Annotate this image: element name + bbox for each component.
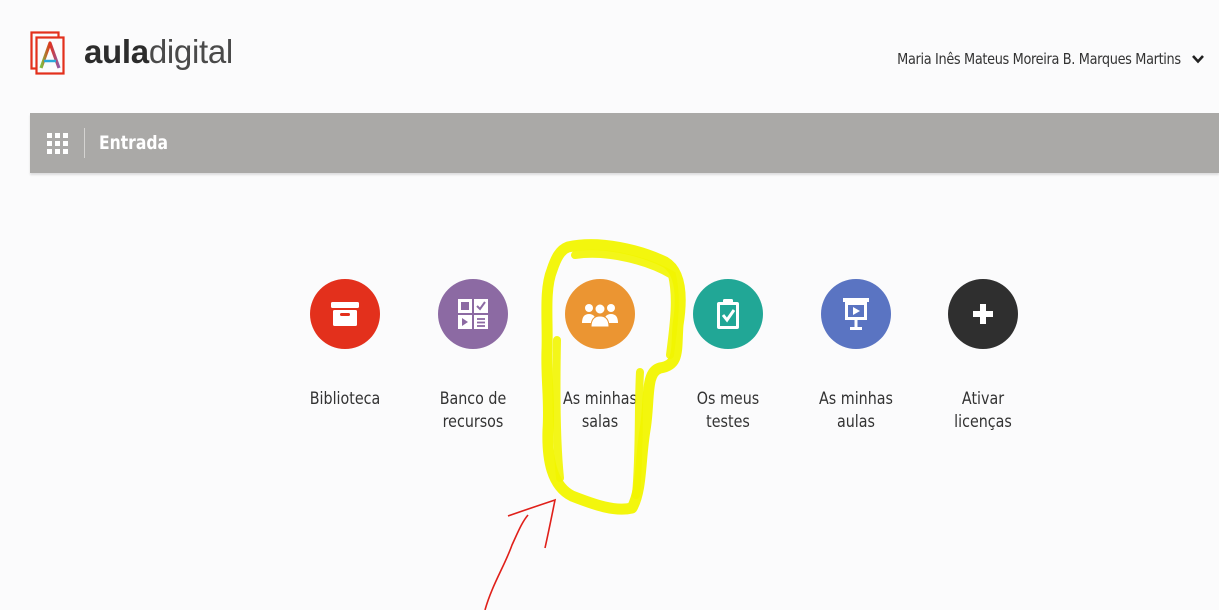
logo-wordmark-light: digital — [148, 33, 233, 70]
logo-wordmark-bold: aula — [84, 33, 149, 70]
page: auladigital Maria Inês Mateus Moreira B.… — [0, 0, 1219, 610]
presentation-board-icon — [821, 279, 891, 349]
tile-label: Biblioteca — [309, 389, 381, 409]
apps-grid-icon — [46, 132, 68, 154]
tile-ativar-licencas[interactable]: Ativar licenças — [918, 279, 1048, 434]
user-name: Maria Inês Mateus Moreira B. Marques Mar… — [897, 50, 1181, 68]
archive-box-icon — [310, 279, 380, 349]
tile-as-minhas-aulas[interactable]: As minhas aulas — [791, 279, 921, 434]
tile-as-minhas-salas[interactable]: As minhas salas — [535, 279, 665, 434]
plus-icon — [948, 279, 1018, 349]
clipboard-check-icon — [693, 279, 763, 349]
tile-label: Ativar licenças — [954, 389, 1012, 432]
user-menu[interactable]: Maria Inês Mateus Moreira B. Marques Mar… — [851, 50, 1205, 68]
apps-menu-button[interactable] — [30, 113, 84, 173]
logo-mark-icon — [30, 28, 70, 76]
tile-label: As minhas aulas — [819, 389, 893, 432]
tile-biblioteca[interactable]: Biblioteca — [280, 279, 410, 411]
resource-grid-icon — [438, 279, 508, 349]
topbar-divider — [84, 128, 85, 158]
chevron-down-icon — [1192, 55, 1204, 64]
navigation-bar: Entrada — [30, 113, 1219, 173]
page-title: Entrada — [99, 132, 169, 154]
header: auladigital Maria Inês Mateus Moreira B.… — [0, 0, 1219, 112]
tile-label: As minhas salas — [563, 389, 637, 432]
tile-os-meus-testes[interactable]: Os meus testes — [663, 279, 793, 434]
tile-banco-de-recursos[interactable]: Banco de recursos — [408, 279, 538, 434]
tile-label: Banco de recursos — [439, 389, 507, 432]
aula-digital-logo[interactable]: auladigital — [30, 28, 233, 76]
tile-label: Os meus testes — [696, 389, 760, 432]
logo-wordmark: auladigital — [84, 33, 233, 71]
group-users-icon — [565, 279, 635, 349]
